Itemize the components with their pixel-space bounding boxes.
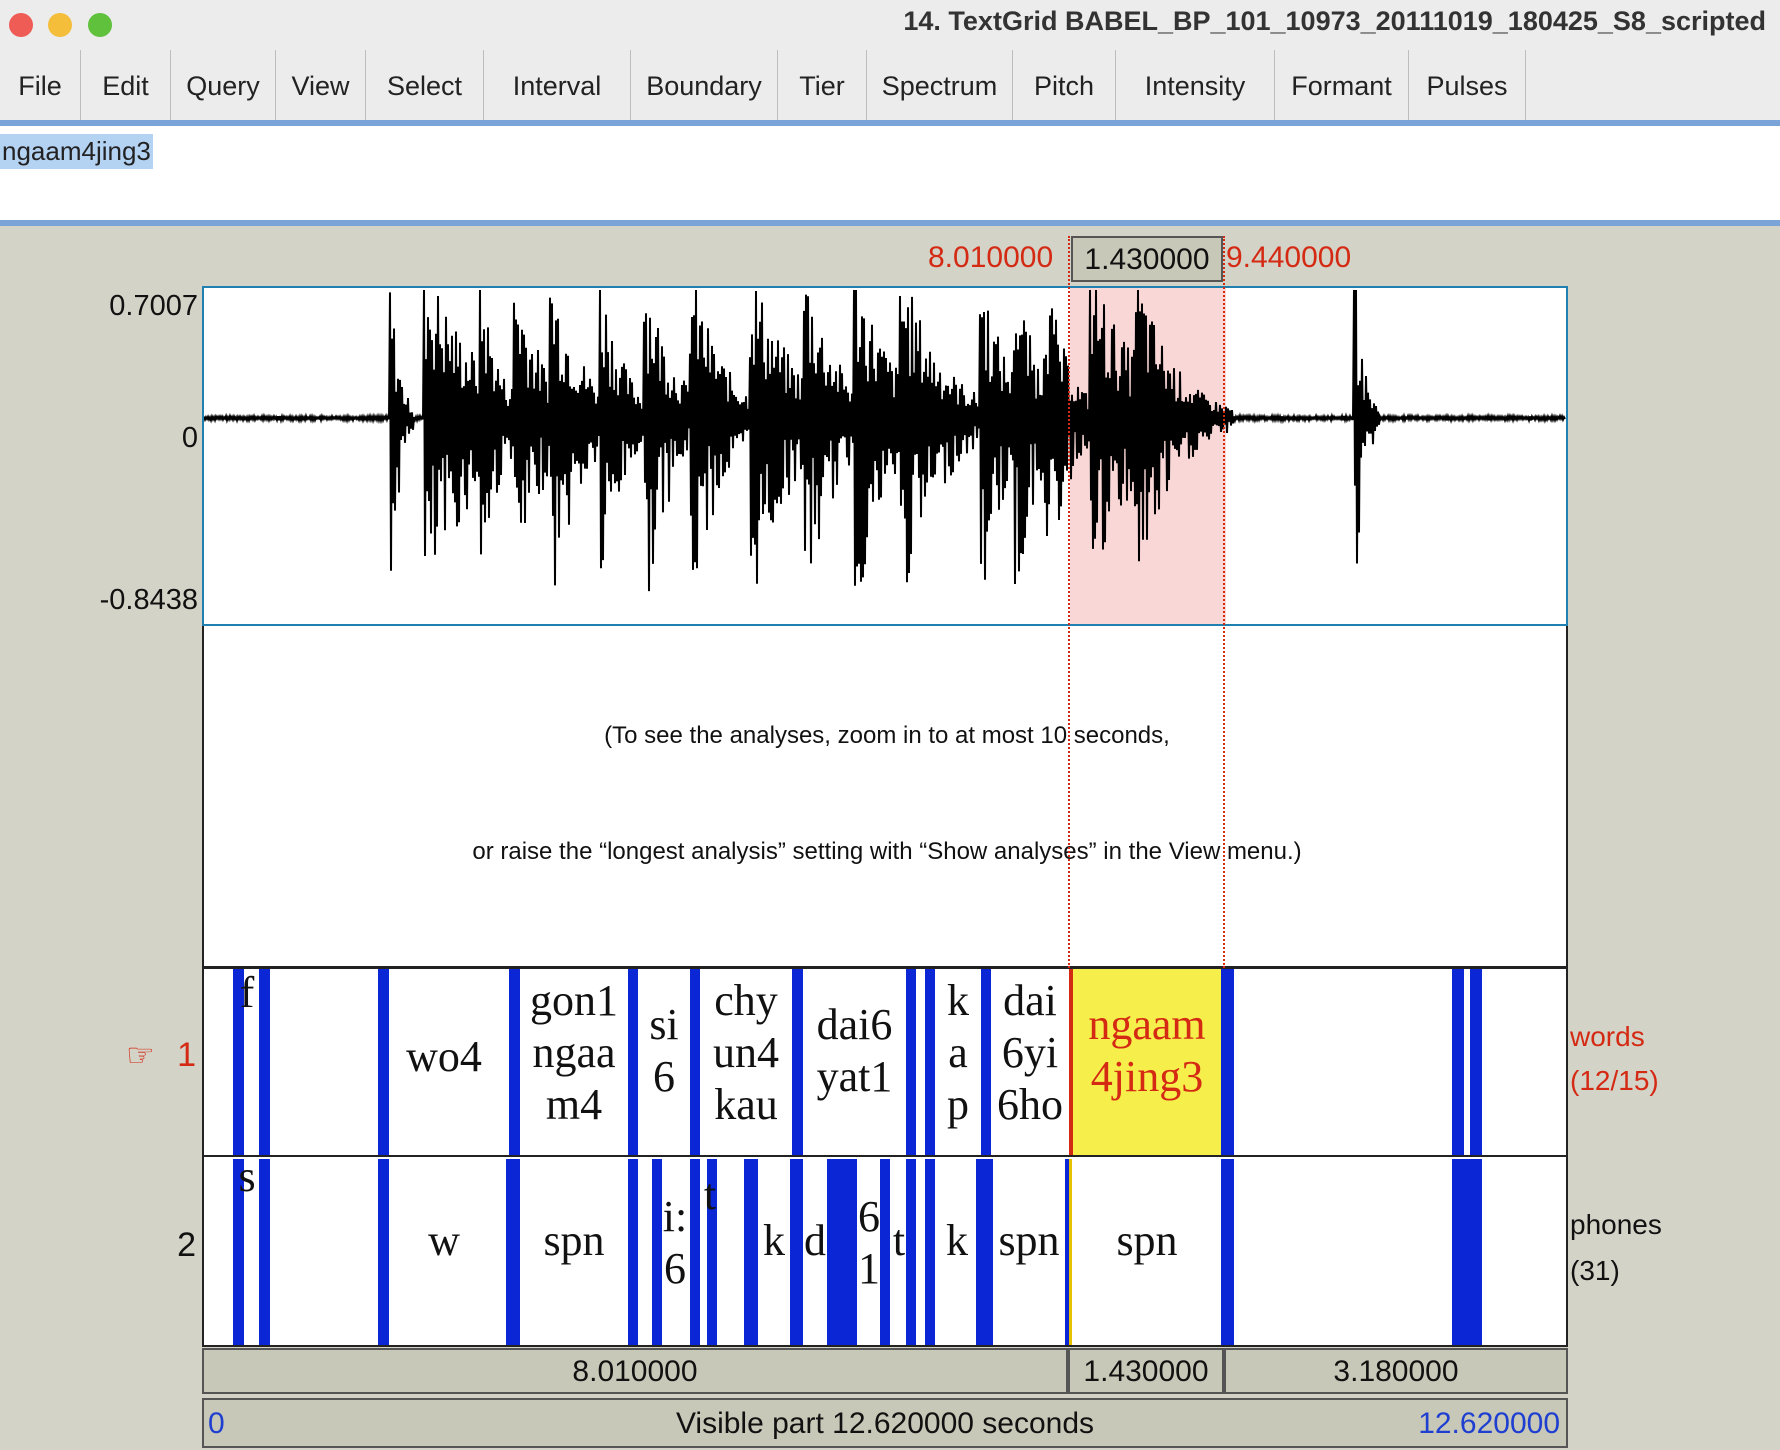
phone-boundary[interactable] [880, 1159, 890, 1345]
tier-2-name[interactable]: phones [1570, 1202, 1662, 1248]
amplitude-max-label: 0.7007 [109, 290, 198, 322]
word-boundary[interactable] [1470, 969, 1482, 1157]
phone-label[interactable]: i: 6 [658, 1191, 692, 1295]
phone-boundary[interactable] [827, 1159, 857, 1345]
title-bar: 14. TextGrid BABEL_BP_101_10973_20111019… [0, 0, 1780, 50]
waveform-trace [204, 289, 1566, 592]
menu-tier[interactable]: Tier [778, 50, 867, 120]
word-label[interactable]: wo4 [379, 1031, 509, 1083]
selection-start-time: 8.010000 [928, 241, 1054, 274]
phone-label[interactable]: t [890, 1215, 908, 1267]
phone-label[interactable]: d [802, 1215, 828, 1267]
menu-pitch[interactable]: Pitch [1013, 50, 1116, 120]
tier-1-name[interactable]: words [1570, 1014, 1645, 1060]
interval-text-value[interactable]: ngaam4jing3 [0, 134, 153, 169]
phone-label[interactable]: t [698, 1169, 722, 1221]
word-boundary[interactable] [1452, 969, 1464, 1157]
amplitude-zero-label: 0 [181, 422, 198, 454]
interval-text-field[interactable]: ngaam4jing3 [0, 126, 1780, 226]
phone-boundary[interactable] [1452, 1159, 1482, 1345]
phone-boundary[interactable] [744, 1159, 758, 1345]
phone-boundary[interactable] [1221, 1159, 1234, 1345]
word-boundary[interactable] [906, 969, 916, 1157]
waveform-plot [204, 288, 1566, 624]
minimize-icon[interactable] [48, 13, 72, 37]
word-boundary[interactable] [1221, 969, 1234, 1157]
word-label[interactable]: f [230, 967, 264, 1019]
menu-bar: File Edit Query View Select Interval Bou… [0, 50, 1780, 126]
word-boundary[interactable] [981, 969, 991, 1157]
phone-label[interactable]: spn [991, 1215, 1067, 1267]
tier-2-count: (31) [1570, 1255, 1620, 1286]
word-label[interactable]: dai 6yi 6ho [991, 975, 1069, 1131]
menu-query[interactable]: Query [171, 50, 276, 120]
visible-end: 12.620000 [1418, 1407, 1560, 1440]
menu-interval[interactable]: Interval [484, 50, 631, 120]
amplitude-min-label: -0.8438 [99, 584, 198, 616]
menu-boundary[interactable]: Boundary [631, 50, 778, 120]
menu-edit[interactable]: Edit [81, 50, 171, 120]
analysis-message-line1: (To see the analyses, zoom in to at most… [604, 722, 1170, 749]
menu-pulses[interactable]: Pulses [1409, 50, 1526, 120]
duration-after-bar[interactable]: 3.180000 [1224, 1348, 1568, 1394]
word-label[interactable]: gon1 ngaa m4 [520, 975, 628, 1131]
phone-boundary[interactable] [925, 1159, 935, 1345]
word-boundary[interactable] [509, 969, 520, 1157]
phone-boundary-selected [1069, 1159, 1072, 1345]
analysis-message-line2: or raise the “longest analysis” setting … [472, 838, 1302, 865]
selection-end-line [1223, 236, 1225, 968]
textgrid-tiers[interactable]: f wo4 gon1 ngaa m4 si 6 chy un4 kau dai6… [202, 967, 1568, 1347]
tier-divider [202, 1155, 1568, 1157]
phone-label[interactable]: w [379, 1215, 509, 1267]
phone-label[interactable]: 6 1 [857, 1191, 881, 1295]
menu-intensity[interactable]: Intensity [1116, 50, 1275, 120]
phone-label[interactable]: k [758, 1215, 790, 1267]
word-boundary[interactable] [690, 969, 700, 1157]
phone-boundary[interactable] [628, 1159, 638, 1345]
tier-1-number[interactable]: 1 [116, 1036, 196, 1075]
menu-view[interactable]: View [276, 50, 366, 120]
duration-selected-bar[interactable]: 1.430000 [1068, 1348, 1224, 1394]
word-boundary[interactable] [628, 969, 638, 1157]
analysis-panel[interactable]: (To see the analyses, zoom in to at most… [202, 626, 1568, 968]
phone-label[interactable]: k [935, 1215, 979, 1267]
word-label[interactable]: chy un4 kau [700, 975, 792, 1131]
word-boundary[interactable] [925, 969, 935, 1157]
phone-label[interactable]: spn [1073, 1215, 1221, 1267]
menu-select[interactable]: Select [366, 50, 484, 120]
tier-2-number[interactable]: 2 [116, 1226, 196, 1265]
visible-part-bar[interactable]: 0 Visible part 12.620000 seconds 12.6200… [202, 1398, 1568, 1448]
tier-1-count: (12/15) [1570, 1065, 1659, 1096]
menu-formant[interactable]: Formant [1275, 50, 1409, 120]
word-label[interactable]: dai6 yat1 [803, 999, 906, 1103]
selection-duration[interactable]: 1.430000 [1071, 236, 1223, 282]
word-boundary[interactable] [792, 969, 803, 1157]
close-icon[interactable] [9, 13, 33, 37]
word-label[interactable]: si 6 [638, 999, 690, 1103]
zoom-icon[interactable] [88, 13, 112, 37]
window-title: 14. TextGrid BABEL_BP_101_10973_20111019… [903, 6, 1766, 36]
phone-label[interactable]: s [230, 1151, 264, 1203]
phone-label[interactable]: spn [520, 1215, 628, 1267]
duration-before-bar[interactable]: 8.010000 [202, 1348, 1068, 1394]
waveform-panel[interactable] [202, 286, 1568, 626]
menu-file[interactable]: File [0, 50, 81, 120]
selected-word-label[interactable]: ngaam 4jing3 [1073, 999, 1221, 1103]
visible-part-label: Visible part 12.620000 seconds [675, 1407, 1095, 1440]
menu-spectrum[interactable]: Spectrum [867, 50, 1013, 120]
word-label[interactable]: k a p [935, 975, 981, 1131]
selection-end-time: 9.440000 [1226, 241, 1352, 274]
selection-start-line [1068, 236, 1070, 968]
